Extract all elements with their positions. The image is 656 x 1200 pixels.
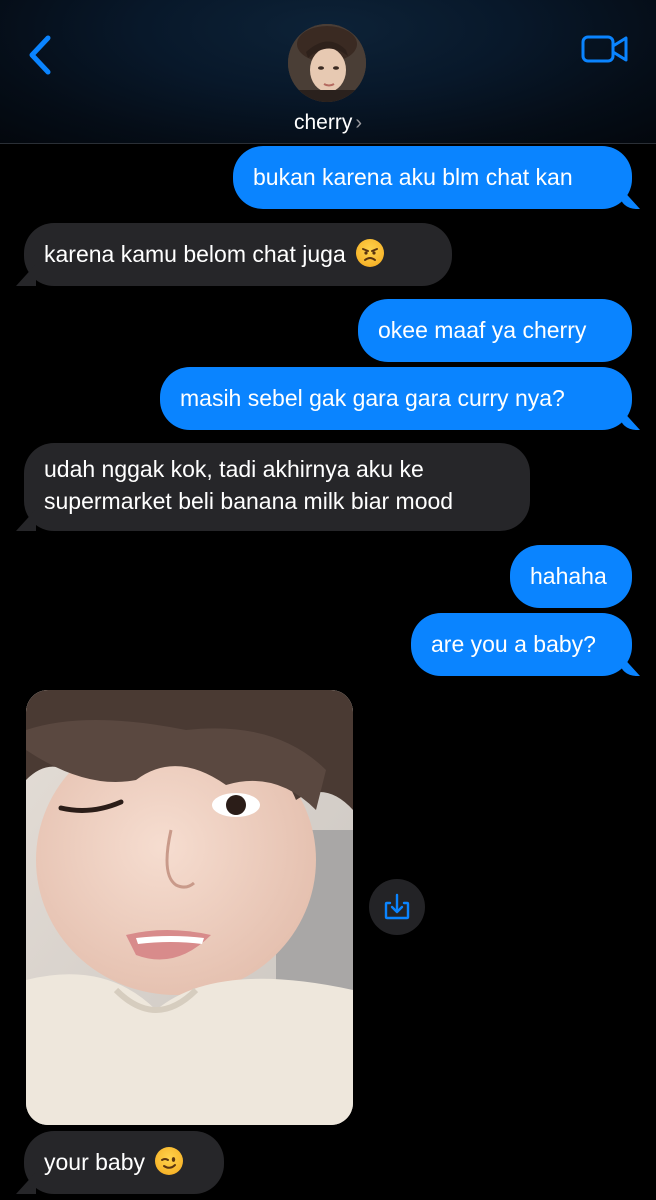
message-sent[interactable]: okee maaf ya cherry — [358, 299, 632, 362]
chevron-left-icon — [29, 35, 51, 75]
message-text: okee maaf ya cherry — [378, 317, 587, 343]
message-text: your baby — [44, 1149, 146, 1175]
angry-face-icon — [356, 239, 385, 267]
contact-avatar[interactable] — [288, 24, 366, 102]
contact-name-link[interactable]: cherry › — [0, 110, 656, 136]
message-text: bukan karena aku blm chat kan — [253, 164, 573, 190]
avatar-photo — [288, 24, 366, 102]
message-sent[interactable]: are you a baby? — [411, 613, 632, 676]
contact-name: cherry — [293, 111, 353, 134]
message-sent[interactable]: masih sebel gak gara gara curry nya? — [160, 367, 632, 430]
facetime-video-button[interactable] — [580, 33, 630, 65]
chevron-right-icon: › — [355, 112, 363, 134]
message-received[interactable]: karena kamu belom chat juga — [24, 223, 452, 286]
message-text: masih sebel gak gara gara curry nya? — [180, 385, 565, 411]
message-text: udah nggak kok, tadi akhirnya aku ke sup… — [44, 456, 454, 514]
winking-face-icon — [155, 1147, 184, 1175]
selfie-image — [26, 690, 353, 1125]
save-download-icon — [384, 893, 410, 920]
back-button[interactable] — [24, 30, 58, 80]
message-photo[interactable] — [26, 690, 353, 1125]
video-camera-icon — [581, 35, 628, 63]
message-sent[interactable]: hahaha — [510, 545, 632, 608]
message-received[interactable]: your baby — [24, 1131, 224, 1194]
message-text: are you a baby? — [431, 631, 596, 657]
message-received[interactable]: udah nggak kok, tadi akhirnya aku ke sup… — [24, 443, 530, 531]
message-sent[interactable]: bukan karena aku blm chat kan — [233, 146, 632, 209]
message-text: hahaha — [530, 563, 607, 589]
conversation-header: cherry › — [0, 0, 656, 144]
message-text: karena kamu belom chat juga — [44, 241, 346, 267]
save-photo-button[interactable] — [369, 879, 425, 935]
